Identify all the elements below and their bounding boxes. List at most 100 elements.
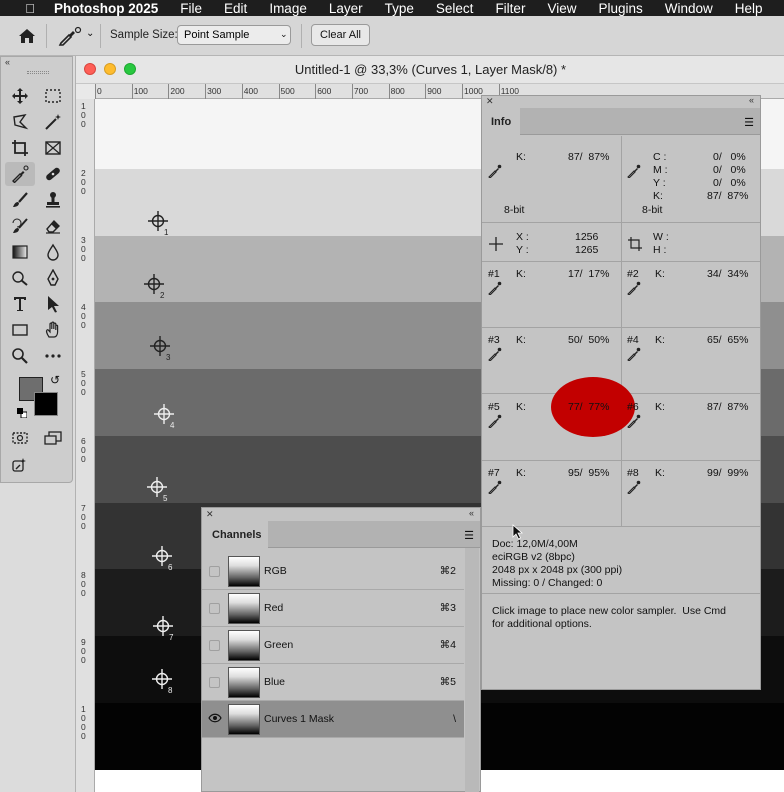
tab-info[interactable]: Info xyxy=(482,108,520,135)
eyedropper-icon[interactable] xyxy=(488,281,502,296)
sample-size-select[interactable]: Point Sample xyxy=(177,25,291,45)
visibility-toggle[interactable] xyxy=(209,640,220,651)
quick-mask-icon[interactable] xyxy=(7,426,33,450)
collapse-icon[interactable]: « xyxy=(469,508,474,518)
color-sampler-marker[interactable]: 1 xyxy=(147,210,173,236)
channel-shortcut: ⌘5 xyxy=(439,676,456,688)
menu-filter[interactable]: Filter xyxy=(495,1,525,16)
stamp-tool-icon[interactable] xyxy=(40,188,66,212)
lasso-tool-icon[interactable] xyxy=(7,110,33,134)
channel-row[interactable]: Green ⌘4 xyxy=(202,627,464,664)
magic-wand-tool-icon[interactable] xyxy=(40,110,66,134)
tools-panel: « ↺ xyxy=(0,56,73,483)
menu-type[interactable]: Type xyxy=(385,1,414,16)
history-brush-tool-icon[interactable] xyxy=(7,214,33,238)
mouse-cursor-icon xyxy=(512,524,524,543)
menu-image[interactable]: Image xyxy=(269,1,307,16)
menu-select[interactable]: Select xyxy=(436,1,474,16)
blur-tool-icon[interactable] xyxy=(40,240,66,264)
ruler-tick xyxy=(462,84,463,99)
brush-tool-icon[interactable] xyxy=(7,188,33,212)
move-tool-icon[interactable] xyxy=(7,84,33,108)
panel-menu-icon[interactable]: ☰ xyxy=(464,529,474,542)
color-sampler-marker[interactable]: 4 xyxy=(153,403,179,429)
pen-tool-icon[interactable] xyxy=(40,266,66,290)
eyedropper-icon[interactable] xyxy=(488,480,502,495)
zoom-tool-icon[interactable] xyxy=(7,344,33,368)
sampler-k-value: 17/ 17% xyxy=(568,268,610,280)
menu-layer[interactable]: Layer xyxy=(329,1,363,16)
default-colors-icon[interactable] xyxy=(17,408,28,419)
menu-window[interactable]: Window xyxy=(665,1,713,16)
apple-icon[interactable]:  xyxy=(20,1,40,16)
ruler-tick xyxy=(241,84,243,99)
type-tool-icon[interactable] xyxy=(7,292,33,316)
options-divider xyxy=(46,24,47,48)
channels-scrollbar[interactable] xyxy=(465,548,479,792)
color-sampler-marker[interactable]: 8 xyxy=(151,668,177,694)
channel-row[interactable]: Curves 1 Mask \ xyxy=(202,701,464,738)
screen-mode-icon[interactable] xyxy=(40,426,66,450)
visibility-toggle[interactable] xyxy=(209,603,220,614)
menu-view[interactable]: View xyxy=(547,1,576,16)
tab-channels[interactable]: Channels xyxy=(202,521,268,548)
background-color-swatch[interactable] xyxy=(34,392,58,416)
close-panel-icon[interactable]: ✕ xyxy=(206,509,214,520)
gradient-tool-icon[interactable] xyxy=(7,240,33,264)
collapse-icon[interactable]: « xyxy=(1,57,72,69)
color-sampler-marker[interactable]: 5 xyxy=(146,476,172,502)
healing-brush-tool-icon[interactable] xyxy=(40,162,66,186)
more-tools-icon[interactable] xyxy=(40,344,66,368)
visibility-toggle[interactable] xyxy=(209,566,220,577)
hand-tool-icon[interactable] xyxy=(40,318,66,342)
rectangle-tool-icon[interactable] xyxy=(7,318,33,342)
eyedropper-icon[interactable] xyxy=(627,281,641,296)
sampler-k-label: K: xyxy=(655,401,665,413)
channel-row[interactable]: Blue ⌘5 xyxy=(202,664,464,701)
color-sampler-marker[interactable]: 2 xyxy=(143,273,169,299)
color-sampler-tool-icon[interactable] xyxy=(58,26,82,49)
channel-row[interactable]: RGB ⌘2 xyxy=(202,553,464,590)
collapse-icon[interactable]: « xyxy=(749,95,754,105)
panel-menu-icon[interactable]: ☰ xyxy=(744,116,754,129)
eyedropper-icon[interactable] xyxy=(627,347,641,362)
channel-row[interactable]: Red ⌘3 xyxy=(202,590,464,627)
close-panel-icon[interactable]: ✕ xyxy=(486,96,494,107)
tool-preset-chevron-icon[interactable]: ⌄ xyxy=(86,28,94,39)
sampler-k-label: K: xyxy=(516,268,526,280)
menu-plugins[interactable]: Plugins xyxy=(598,1,642,16)
menu-edit[interactable]: Edit xyxy=(224,1,247,16)
color-sampler-marker[interactable]: 3 xyxy=(149,335,175,361)
menu-help[interactable]: Help xyxy=(735,1,763,16)
sampler-number: 1 xyxy=(164,228,169,236)
menu-file[interactable]: File xyxy=(180,1,202,16)
sampler-id: #2 xyxy=(627,268,639,280)
eraser-tool-icon[interactable] xyxy=(40,214,66,238)
eyedropper-icon[interactable] xyxy=(488,414,502,429)
eyedropper-icon[interactable] xyxy=(488,347,502,362)
sampler-k-label: K: xyxy=(516,401,526,413)
marquee-tool-icon[interactable] xyxy=(40,84,66,108)
path-selection-tool-icon[interactable] xyxy=(40,292,66,316)
frame-tool-icon[interactable] xyxy=(40,136,66,160)
dodge-tool-icon[interactable] xyxy=(7,266,33,290)
panel-grip[interactable] xyxy=(27,71,49,74)
color-sampler-tool-icon[interactable] xyxy=(5,162,35,186)
w-label: W : xyxy=(653,231,669,243)
eye-icon[interactable] xyxy=(208,712,222,727)
color-sampler-marker[interactable]: 6 xyxy=(151,545,177,571)
swap-colors-icon[interactable]: ↺ xyxy=(50,373,60,387)
vertical-ruler[interactable]: 1 0 0 2 0 0 3 0 0 4 0 0 5 0 0 6 0 0 7 0 0 8 0 0… xyxy=(76,99,95,792)
eyedropper-icon[interactable] xyxy=(627,164,641,179)
home-icon[interactable] xyxy=(18,28,36,47)
visibility-toggle[interactable] xyxy=(209,677,220,688)
eyedropper-icon[interactable] xyxy=(627,414,641,429)
eyedropper-icon[interactable] xyxy=(488,164,502,179)
eyedropper-icon[interactable] xyxy=(627,480,641,495)
color-sampler-marker[interactable]: 7 xyxy=(152,615,178,641)
app-menu[interactable]: Photoshop 2025 xyxy=(54,1,158,16)
clear-all-button[interactable]: Clear All xyxy=(311,24,370,46)
ruler-tick xyxy=(388,84,390,99)
edit-toolbar-icon[interactable] xyxy=(7,454,33,478)
crop-tool-icon[interactable] xyxy=(7,136,33,160)
